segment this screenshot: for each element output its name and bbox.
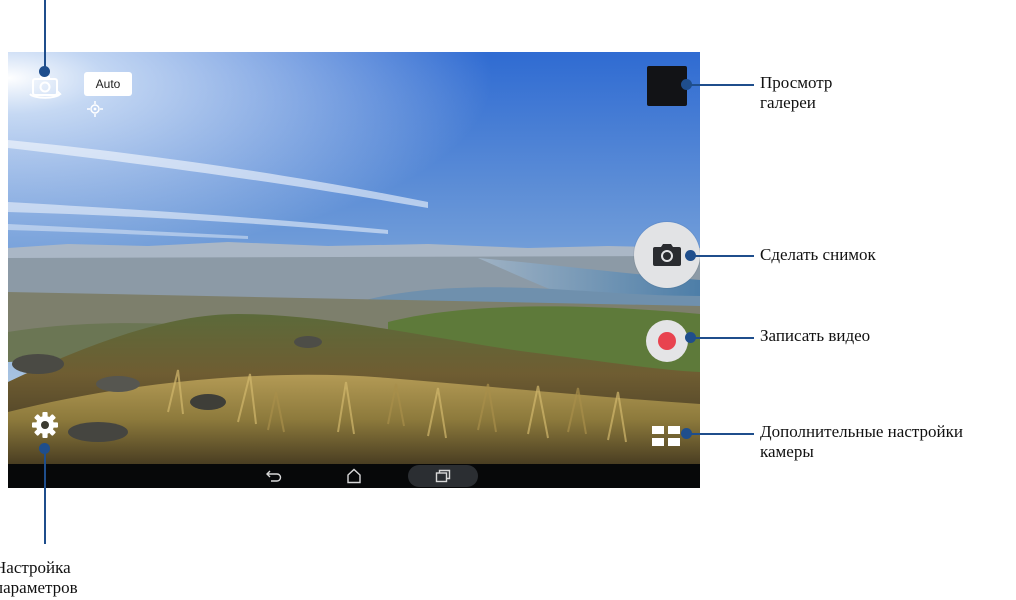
navigation-bar xyxy=(8,464,700,488)
callout-line-settings xyxy=(44,448,46,544)
callout-gallery-line2: галереи xyxy=(760,93,816,112)
callout-dot-gallery xyxy=(681,79,692,90)
callout-gallery-label: Просмотр галереи xyxy=(760,73,832,113)
callout-record-label: Записать видео xyxy=(760,326,870,346)
callout-settings-label: Настройка параметров xyxy=(0,558,78,598)
grid-settings-icon[interactable] xyxy=(650,424,682,448)
back-icon xyxy=(266,470,282,482)
focus-target-icon xyxy=(87,101,103,117)
callout-settings-line2: параметров xyxy=(0,578,78,597)
callout-advanced-line2: камеры xyxy=(760,442,814,461)
record-dot-icon xyxy=(658,332,676,350)
callout-shutter-text: Сделать снимок xyxy=(760,245,876,264)
camera-icon xyxy=(653,244,681,266)
callout-dot-advanced xyxy=(681,428,692,439)
nav-home-button[interactable] xyxy=(338,466,370,486)
record-video-button[interactable] xyxy=(646,320,688,362)
callout-shutter-label: Сделать снимок xyxy=(760,245,876,265)
camera-viewfinder: Auto xyxy=(8,52,700,488)
callout-settings-line1: Настройка xyxy=(0,558,71,577)
landscape-preview-image xyxy=(8,52,700,464)
callout-line-gallery xyxy=(686,84,754,86)
callout-dot-switch-camera xyxy=(39,66,50,77)
nav-recents-button[interactable] xyxy=(408,465,478,487)
callout-advanced-line1: Дополнительные настройки xyxy=(760,422,963,441)
callout-dot-settings xyxy=(39,443,50,454)
recents-icon xyxy=(435,469,451,483)
callout-line-switch-camera xyxy=(44,0,46,70)
callout-line-shutter xyxy=(690,255,754,257)
nav-back-button[interactable] xyxy=(258,466,290,486)
callout-line-advanced xyxy=(686,433,754,435)
home-icon xyxy=(347,468,361,484)
gear-icon[interactable] xyxy=(30,410,60,440)
callout-line-record xyxy=(690,337,754,339)
callout-record-text: Записать видео xyxy=(760,326,871,345)
callout-dot-shutter xyxy=(685,250,696,261)
callout-advanced-label: Дополнительные настройки камеры xyxy=(760,422,963,462)
callout-gallery-line1: Просмотр xyxy=(760,73,833,92)
scene-mode-badge[interactable]: Auto xyxy=(84,72,132,96)
callout-dot-record xyxy=(685,332,696,343)
